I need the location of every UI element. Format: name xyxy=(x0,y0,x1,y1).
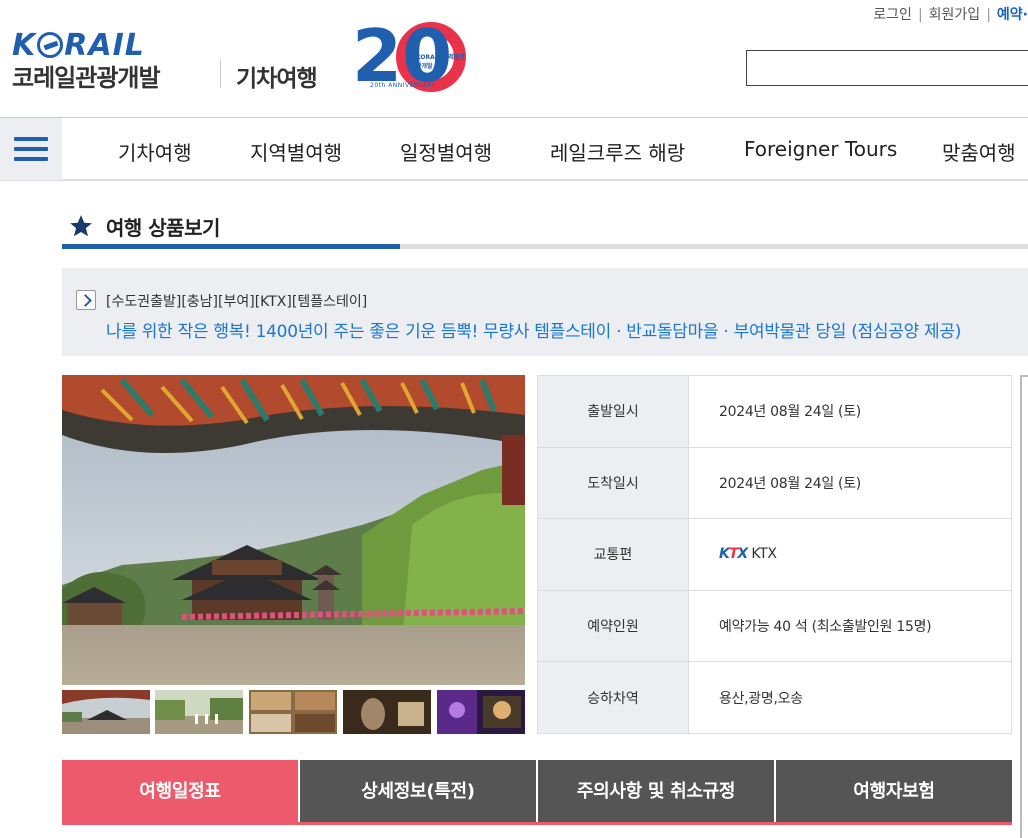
info-row-transport: 교통편 KTX KTX xyxy=(537,518,1012,591)
top-links: 로그인 | 회원가입 | 예약· xyxy=(873,4,1028,24)
info-row-stations: 승하차역 용산,광명,오송 xyxy=(537,661,1012,734)
nav-item-train-travel[interactable]: 기차여행 xyxy=(118,137,192,166)
main-tour-photo xyxy=(62,375,525,685)
photo-thumbnails xyxy=(62,690,525,734)
tabs-underline xyxy=(62,822,1012,825)
menu-hamburger-icon[interactable] xyxy=(0,118,62,180)
info-label: 승하차역 xyxy=(537,661,689,734)
reservation-link[interactable]: 예약· xyxy=(997,4,1028,24)
signup-link[interactable]: 회원가입 xyxy=(929,4,981,24)
nav-item-schedule[interactable]: 일정별여행 xyxy=(400,137,492,166)
top-link-separator: | xyxy=(986,7,991,23)
top-link-separator: | xyxy=(917,7,923,23)
brand-divider xyxy=(220,60,221,88)
info-label: 예약인원 xyxy=(537,589,689,663)
product-tags: [수도권출발][충남][부여][KTX][템플스테이] xyxy=(106,294,368,310)
section-title: 여행 상품보기 xyxy=(106,216,220,240)
detail-tabs: 여행일정표 상세정보(특전) 주의사항 및 취소규정 여행자보험 xyxy=(62,760,1012,824)
info-row-arrival: 도착일시 2024년 08월 24일 (토) xyxy=(537,446,1012,520)
info-row-departure: 출발일시 2024년 08월 24일 (토) xyxy=(537,375,1012,448)
anniversary-emblem: 20 KORAIL 코레일관광개발 20th ANNIVERSARY xyxy=(352,14,468,98)
section-header: 여행 상품보기 xyxy=(62,209,1028,249)
brand-name: 코레일관광개발 xyxy=(12,64,161,92)
search-input[interactable] xyxy=(746,50,1028,86)
thumbnail-4[interactable] xyxy=(343,690,431,734)
main-nav: 기차여행 지역별여행 일정별여행 레일크루즈 해랑 Foreigner Tour… xyxy=(0,117,1028,181)
thumbnail-1[interactable] xyxy=(62,690,150,734)
korail-logo-o-icon xyxy=(37,32,64,58)
nav-items: 기차여행 지역별여행 일정별여행 레일크루즈 해랑 Foreigner Tour… xyxy=(62,118,1028,180)
nav-item-custom-travel[interactable]: 맞춤여행 xyxy=(942,137,1016,166)
nav-item-rail-cruise[interactable]: 레일크루즈 해랑 xyxy=(550,137,685,166)
info-value: 용산,광명,오송 xyxy=(688,661,1012,734)
thumbnail-5[interactable] xyxy=(437,690,525,734)
info-value: 예약가능 40 석 (최소출발인원 15명) xyxy=(688,589,1012,663)
info-row-seats: 예약인원 예약가능 40 석 (최소출발인원 15명) xyxy=(537,589,1012,663)
nav-item-foreigner-tours[interactable]: Foreigner Tours xyxy=(744,137,897,161)
thumbnail-3[interactable] xyxy=(249,690,337,734)
info-value-transport: KTX KTX xyxy=(688,518,1012,591)
login-link[interactable]: 로그인 xyxy=(873,4,912,24)
transport-text: KTX xyxy=(751,546,777,563)
section-underline-accent xyxy=(62,244,400,249)
tab-details[interactable]: 상세정보(특전) xyxy=(300,760,536,824)
nav-item-regional[interactable]: 지역별여행 xyxy=(250,137,342,166)
side-panel-edge xyxy=(1020,375,1028,838)
temple-photo-image xyxy=(62,375,525,685)
info-label: 출발일시 xyxy=(537,375,689,448)
brand-subtitle: 기차여행 xyxy=(236,66,318,92)
info-label: 도착일시 xyxy=(537,446,689,520)
thumbnail-2[interactable] xyxy=(155,690,243,734)
star-icon xyxy=(70,215,92,237)
ktx-logo-icon: KTX xyxy=(719,546,748,563)
info-value: 2024년 08월 24일 (토) xyxy=(688,446,1012,520)
info-label: 교통편 xyxy=(537,518,689,591)
info-value: 2024년 08월 24일 (토) xyxy=(688,375,1012,448)
product-banner: [수도권출발][충남][부여][KTX][템플스테이] 나를 위한 작은 행복!… xyxy=(62,268,1028,356)
product-title: 나를 위한 작은 행복! 1400년이 주는 좋은 기운 듬뿍! 무량사 템플스… xyxy=(106,322,962,342)
tab-itinerary[interactable]: 여행일정표 xyxy=(62,760,298,824)
site-logo[interactable]: K RAIL 코레일관광개발 기차여행 xyxy=(12,28,332,98)
tab-cancellation[interactable]: 주의사항 및 취소규정 xyxy=(538,760,774,824)
tab-insurance[interactable]: 여행자보험 xyxy=(776,760,1012,824)
tour-info-table: 출발일시 2024년 08월 24일 (토) 도착일시 2024년 08월 24… xyxy=(537,375,1012,734)
anniversary-caption: 20th ANNIVERSARY xyxy=(370,82,437,89)
chevron-right-icon xyxy=(76,290,96,310)
anniversary-mini-text: KORAIL 코레일관광개발 xyxy=(416,54,465,70)
